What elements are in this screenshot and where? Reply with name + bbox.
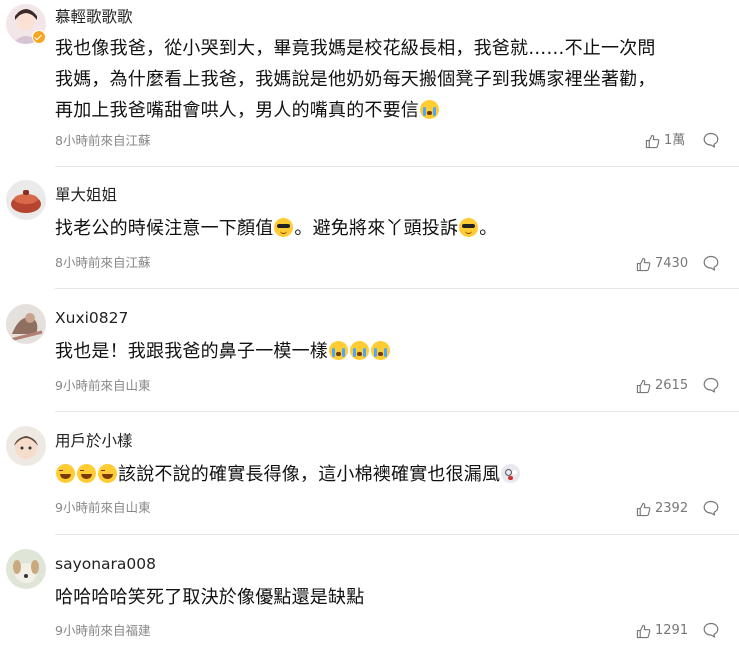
like-button[interactable]: 2392 [636,501,688,517]
laughing-emoji-icon [98,464,117,483]
comment-bubble-icon [703,132,719,148]
comment-text-part: 我也是！我跟我爸的鼻子一模一樣 [55,341,328,362]
comment-meta: 9小時前來自山東 [55,378,151,393]
like-count: 1291 [655,623,689,638]
avatar[interactable] [6,180,46,220]
comment-text-part: 。避免將來丫頭投訴 [294,218,459,239]
divider [55,411,739,412]
thumbs-up-icon [636,502,651,516]
reply-button[interactable] [703,132,719,148]
username[interactable]: Xuxi0827 [55,308,128,328]
comment-bubble-icon [703,255,719,271]
comment-text: 找老公的時候注意一下顏值 。避免將來丫頭投訴。 [55,213,727,244]
comment-bubble-icon [703,377,719,393]
like-count: 2615 [655,378,689,393]
sunglasses-emoji-icon [459,218,479,237]
crying-emoji-icon [371,341,390,360]
like-button[interactable]: 7430 [636,256,688,272]
crying-emoji-icon [420,100,439,119]
reply-button[interactable] [703,377,719,393]
comment-line: 再加上我爸嘴甜會哄人，男人的嘴真的不要信 [55,95,727,126]
comment-text-part: 。 [479,218,498,239]
avatar[interactable] [6,304,46,344]
reply-button[interactable] [703,500,719,516]
username[interactable]: sayonara008 [55,554,156,574]
avatar[interactable] [6,426,46,466]
comment-text-part: 哈哈哈哈笑死了取決於像優點還是缺點 [55,587,365,608]
avatar[interactable] [6,549,46,589]
username[interactable]: 單大姐姐 [55,185,117,205]
divider [55,288,739,289]
comment-meta: 8小時前來自江蘇 [55,255,151,270]
dizzy-emoji-icon [501,464,521,483]
like-count: 1萬 [664,133,686,148]
comment-meta: 9小時前來自山東 [55,500,151,515]
thumbs-up-icon [645,134,660,148]
comment-text-part: 找老公的時候注意一下顏值 [55,218,274,239]
comment-line: 我媽，為什麼看上我爸，我媽說是他奶奶每天搬個凳子到我媽家裡坐著勸， [55,69,656,90]
comment-text: 該說不說的確實長得像，這小棉襖確實也很漏風 [55,459,727,490]
username[interactable]: 慕輕歌歌歌 [55,7,133,27]
crying-emoji-icon [329,341,348,360]
like-button[interactable]: 1291 [636,623,688,639]
verified-badge-icon [32,30,46,44]
comment-line: 我也像我爸，從小哭到大，畢竟我媽是校花級長相，我爸就……不止一次問 [55,38,656,59]
thumbs-up-icon [636,624,651,638]
thumbs-up-icon [636,257,651,271]
comment-meta: 9小時前來自福建 [55,623,151,638]
like-count: 2392 [655,501,689,516]
laughing-emoji-icon [77,464,96,483]
comment-bubble-icon [703,622,719,638]
username[interactable]: 用戶於小樣 [55,431,133,451]
laughing-emoji-icon [56,464,75,483]
like-button[interactable]: 2615 [636,378,688,394]
like-button[interactable]: 1萬 [645,133,685,149]
divider [55,166,739,167]
crying-emoji-icon [350,341,369,360]
comment-text-part: 該說不說的確實長得像，這小棉襖確實也很漏風 [118,464,501,485]
like-count: 7430 [655,256,689,271]
comment-text: 我也像我爸，從小哭到大，畢竟我媽是校花級長相，我爸就……不止一次問 我媽，為什麼… [55,33,727,126]
comment-text: 哈哈哈哈笑死了取決於像優點還是缺點 [55,582,727,613]
thumbs-up-icon [636,379,651,393]
comment-text: 我也是！我跟我爸的鼻子一模一樣 [55,336,727,367]
divider [55,534,739,535]
sunglasses-emoji-icon [274,218,294,237]
comment-line-text: 再加上我爸嘴甜會哄人，男人的嘴真的不要信 [55,100,419,121]
reply-button[interactable] [703,622,719,638]
comment-meta: 8小時前來自江蘇 [55,133,151,148]
reply-button[interactable] [703,255,719,271]
comment-bubble-icon [703,500,719,516]
